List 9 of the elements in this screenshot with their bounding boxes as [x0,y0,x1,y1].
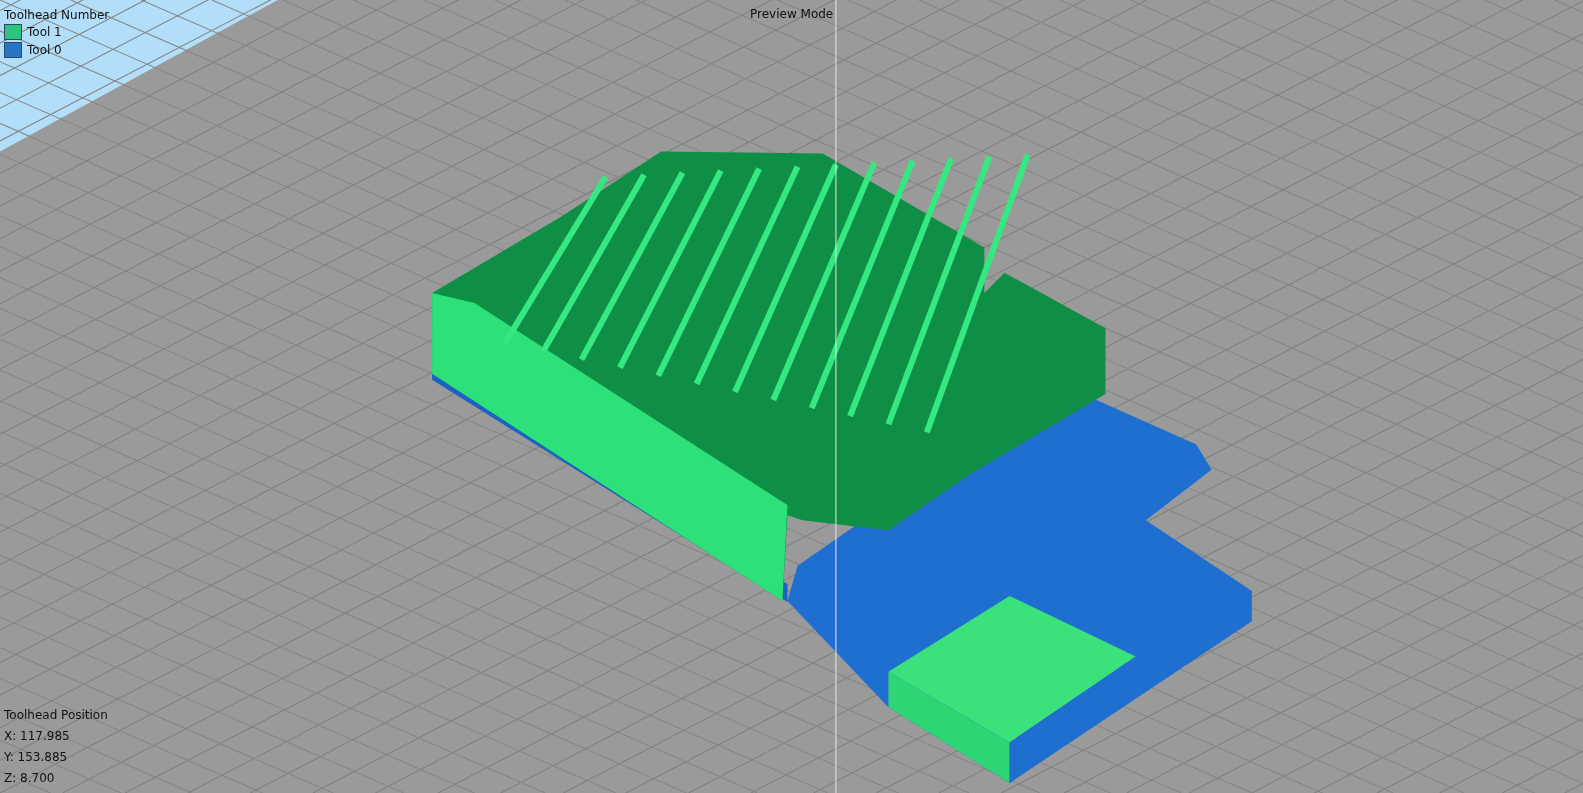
print-preview-viewport[interactable]: Toolhead Number Tool 1 Tool 0 Preview Mode Toolhead Position X: 117.985 Y: 153.885 Z: 8.700 [0,0,1583,793]
legend-title: Toolhead Number [4,7,110,23]
legend-label: Tool 1 [27,24,62,40]
position-title: Toolhead Position [4,707,108,724]
position-coordinate: X: 117.985 [4,728,71,745]
position-coordinate: Y: 153.885 [4,749,69,766]
legend-label: Tool 0 [27,42,62,58]
mode-label: Preview Mode [750,7,834,21]
position-coordinate: Z: 8.700 [4,770,56,787]
